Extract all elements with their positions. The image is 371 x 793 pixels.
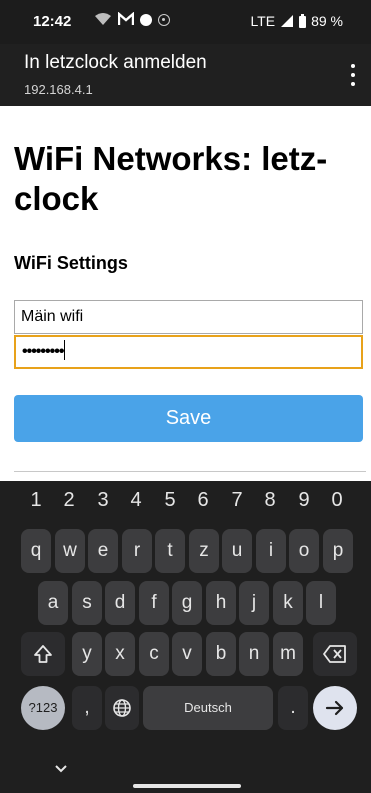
key-b[interactable]: b (206, 632, 236, 676)
key-w[interactable]: w (55, 529, 85, 573)
navigation-bar (0, 753, 371, 793)
key-8[interactable]: 8 (253, 489, 287, 512)
key-1[interactable]: 1 (19, 489, 53, 512)
more-options-icon[interactable] (349, 64, 357, 86)
key-0[interactable]: 0 (320, 489, 354, 512)
key-e[interactable]: e (88, 529, 118, 573)
password-value: ••••••••• (22, 343, 64, 360)
app-bar-title: In letzclock anmelden (24, 52, 207, 73)
key-x[interactable]: x (105, 632, 135, 676)
key-2[interactable]: 2 (52, 489, 86, 512)
key-v[interactable]: v (172, 632, 202, 676)
backspace-icon[interactable] (313, 632, 357, 676)
key-n[interactable]: n (239, 632, 269, 676)
key-c[interactable]: c (139, 632, 169, 676)
key-4[interactable]: 4 (119, 489, 153, 512)
status-notification-icons (94, 11, 170, 26)
battery-percent: 89 % (311, 13, 343, 29)
key-l[interactable]: l (306, 581, 336, 625)
key-z[interactable]: z (189, 529, 219, 573)
gmail-icon (117, 11, 135, 26)
key-s[interactable]: s (72, 581, 102, 625)
divider (14, 471, 366, 472)
key-u[interactable]: u (222, 529, 252, 573)
key-d[interactable]: d (105, 581, 135, 625)
key-6[interactable]: 6 (186, 489, 220, 512)
gesture-handle[interactable] (133, 784, 241, 788)
key-f[interactable]: f (139, 581, 169, 625)
key-r[interactable]: r (122, 529, 152, 573)
app-bar-url: 192.168.4.1 (24, 82, 93, 97)
password-input[interactable]: ••••••••• (14, 335, 363, 369)
status-system-icons: LTE 89 % (250, 13, 343, 29)
keyboard-number-row: 1 2 3 4 5 6 7 8 9 0 (0, 489, 371, 517)
circle-notification-icon (140, 13, 152, 26)
key-3[interactable]: 3 (86, 489, 120, 512)
save-button[interactable]: Save (14, 395, 363, 442)
web-content: WiFi Networks: letz-clock WiFi Settings … (0, 106, 371, 481)
key-o[interactable]: o (289, 529, 319, 573)
key-k[interactable]: k (273, 581, 303, 625)
key-7[interactable]: 7 (220, 489, 254, 512)
key-m[interactable]: m (273, 632, 303, 676)
key-p[interactable]: p (323, 529, 353, 573)
status-time: 12:42 (33, 13, 72, 30)
soft-keyboard: 1 2 3 4 5 6 7 8 9 0 q w e r t z u i o p … (0, 481, 371, 793)
key-g[interactable]: g (172, 581, 202, 625)
page-title: WiFi Networks: letz-clock (14, 140, 328, 217)
section-title: WiFi Settings (14, 253, 128, 273)
text-caret (64, 340, 66, 360)
key-y[interactable]: y (72, 632, 102, 676)
symbols-key[interactable]: ?123 (21, 686, 65, 730)
signal-icon (280, 14, 294, 28)
network-type: LTE (250, 13, 276, 29)
globe-icon[interactable] (105, 686, 139, 730)
hide-keyboard-chevron-icon[interactable] (54, 761, 68, 773)
wifi-question-icon (94, 12, 112, 26)
battery-icon (299, 14, 307, 28)
space-key[interactable]: Deutsch (143, 686, 273, 730)
key-5[interactable]: 5 (153, 489, 187, 512)
shift-icon[interactable] (21, 632, 65, 676)
key-q[interactable]: q (21, 529, 51, 573)
key-a[interactable]: a (38, 581, 68, 625)
key-comma[interactable]: , (72, 686, 102, 730)
captive-portal-app-bar: In letzclock anmelden 192.168.4.1 (0, 44, 371, 106)
key-t[interactable]: t (155, 529, 185, 573)
key-period[interactable]: . (278, 686, 308, 730)
key-h[interactable]: h (206, 581, 236, 625)
status-bar: 12:42 LTE 89 % (0, 0, 371, 44)
enter-arrow-icon[interactable] (313, 686, 357, 730)
ssid-input[interactable]: Mäin wifi (14, 300, 363, 334)
key-j[interactable]: j (239, 581, 269, 625)
key-i[interactable]: i (256, 529, 286, 573)
data-saver-icon (158, 13, 170, 26)
key-9[interactable]: 9 (287, 489, 321, 512)
